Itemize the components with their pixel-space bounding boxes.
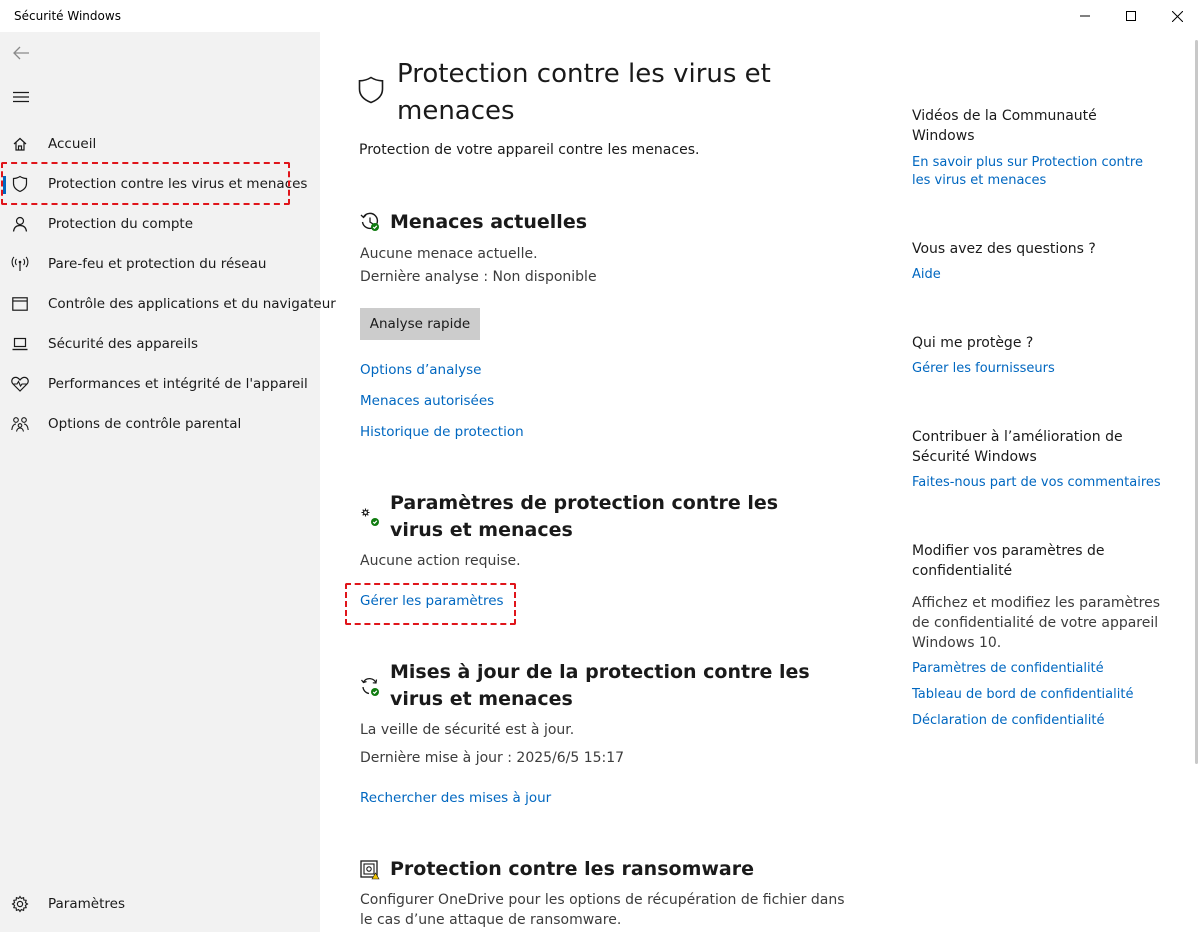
sidebar-item-firewall[interactable]: Pare-feu et protection du réseau	[0, 244, 320, 284]
sidebar-item-label: Pare-feu et protection du réseau	[48, 256, 267, 272]
ransomware-text: Configurer OneDrive pour les options de …	[360, 892, 845, 928]
sidebar-item-virus-protection[interactable]: Protection contre les virus et menaces	[0, 164, 320, 204]
shield-icon	[358, 76, 384, 104]
sidebar-item-app-browser-control[interactable]: Contrôle des applications et du navigate…	[0, 284, 336, 324]
sidebar-item-label: Protection du compte	[48, 216, 194, 232]
updates-title: Mises à jour de la protection contre les…	[390, 661, 810, 710]
laptop-icon	[11, 335, 29, 353]
sidebar-item-label: Protection contre les virus et menaces	[48, 176, 308, 192]
privacy-settings-link[interactable]: Paramètres de confidentialité	[912, 660, 1162, 678]
ransomware-folder-icon	[360, 860, 380, 880]
main-content: Protection contre les virus et menaces P…	[320, 32, 876, 932]
sidebar-item-label: Accueil	[48, 136, 97, 152]
sidebar-item-label: Sécurité des appareils	[48, 336, 199, 352]
person-icon	[11, 215, 29, 233]
privacy-heading: Modifier vos paramètres de confidentiali…	[912, 543, 1105, 579]
threat-history-icon	[360, 212, 379, 231]
feedback-link[interactable]: Faites-nous part de vos commentaires	[912, 474, 1162, 492]
sidebar: Accueil Protection contre les virus et m…	[0, 32, 336, 932]
protection-settings-title: Paramètres de protection contre les viru…	[390, 492, 779, 541]
sidebar-item-device-performance[interactable]: Performances et intégrité de l'appareil	[0, 364, 320, 404]
page-title: Protection contre les virus et menaces	[397, 59, 771, 126]
update-refresh-icon	[361, 677, 379, 696]
settings-status-text: Aucune action requise.	[360, 553, 521, 569]
wifi-antenna-icon	[11, 255, 29, 273]
window-title: Sécurité Windows	[14, 9, 121, 23]
privacy-text: Affichez et modifiez les paramètres de c…	[912, 595, 1161, 651]
heart-pulse-icon	[11, 375, 29, 393]
maximize-button[interactable]	[1108, 0, 1154, 32]
sidebar-item-accueil[interactable]: Accueil	[0, 124, 320, 164]
close-icon	[1171, 10, 1183, 22]
questions-heading: Vous avez des questions ?	[912, 241, 1096, 257]
close-button[interactable]	[1154, 0, 1200, 32]
sidebar-item-account-protection[interactable]: Protection du compte	[0, 204, 320, 244]
home-icon	[11, 135, 29, 153]
last-update-text: Dernière mise à jour : 2025/6/5 15:17	[360, 750, 625, 766]
back-button[interactable]	[8, 40, 34, 66]
learn-more-link[interactable]: En savoir plus sur Protection contre les…	[912, 154, 1162, 190]
ransomware-title: Protection contre les ransomware	[390, 858, 754, 880]
title-bar: Sécurité Windows	[0, 0, 1200, 32]
quick-scan-button[interactable]: Analyse rapide	[360, 308, 480, 340]
check-updates-link[interactable]: Rechercher des mises à jour	[360, 790, 551, 806]
sidebar-item-label: Contrôle des applications et du navigate…	[48, 296, 336, 312]
community-videos-heading: Vidéos de la Communauté Windows	[912, 108, 1097, 144]
scrollbar[interactable]	[1195, 40, 1198, 764]
shield-icon	[11, 175, 29, 193]
app-browser-icon	[11, 295, 29, 313]
protection-history-link[interactable]: Historique de protection	[360, 424, 524, 440]
current-threats-title: Menaces actuelles	[390, 211, 588, 233]
privacy-statement-link[interactable]: Déclaration de confidentialité	[912, 712, 1162, 730]
no-threats-text: Aucune menace actuelle.	[360, 246, 538, 262]
help-link[interactable]: Aide	[912, 266, 1162, 284]
minimize-button[interactable]	[1062, 0, 1108, 32]
allowed-threats-link[interactable]: Menaces autorisées	[360, 393, 494, 409]
sidebar-item-parental-options[interactable]: Options de contrôle parental	[0, 404, 320, 444]
back-arrow-icon	[13, 46, 29, 60]
family-icon	[11, 415, 29, 433]
gear-icon	[11, 895, 29, 913]
menu-button[interactable]	[8, 84, 34, 110]
hamburger-icon	[13, 91, 29, 103]
scan-options-link[interactable]: Options d’analyse	[360, 362, 481, 378]
intelligence-status-text: La veille de sécurité est à jour.	[360, 722, 575, 738]
contribute-heading: Contribuer à l’amélioration de Sécurité …	[912, 429, 1123, 465]
manage-settings-link[interactable]: Gérer les paramètres	[360, 593, 504, 609]
manage-providers-link[interactable]: Gérer les fournisseurs	[912, 360, 1162, 378]
sidebar-item-device-security[interactable]: Sécurité des appareils	[0, 324, 320, 364]
who-protects-heading: Qui me protège ?	[912, 335, 1034, 351]
selection-indicator	[3, 176, 6, 194]
sidebar-item-label: Options de contrôle parental	[48, 416, 242, 432]
minimize-icon	[1080, 15, 1090, 17]
page-subtitle: Protection de votre appareil contre les …	[359, 142, 700, 158]
sidebar-item-label: Paramètres	[48, 896, 125, 912]
sidebar-item-label: Performances et intégrité de l'appareil	[48, 376, 308, 392]
sidebar-item-settings[interactable]: Paramètres	[0, 884, 320, 924]
settings-gears-icon	[361, 508, 379, 526]
last-scan-text: Dernière analyse : Non disponible	[360, 269, 597, 285]
privacy-dashboard-link[interactable]: Tableau de bord de confidentialité	[912, 686, 1162, 704]
maximize-icon	[1126, 11, 1136, 21]
